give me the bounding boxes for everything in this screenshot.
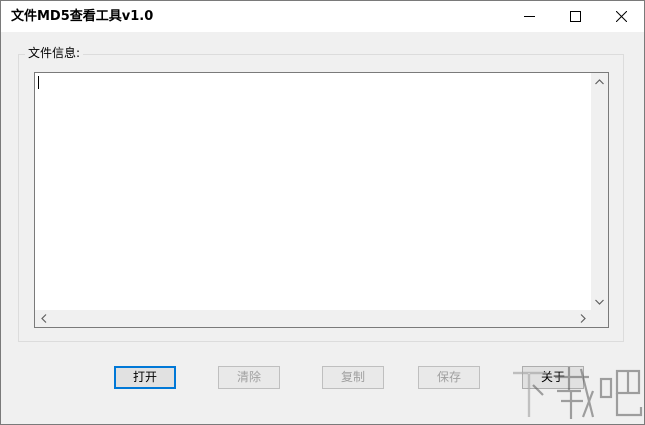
- clear-button[interactable]: 清除: [218, 366, 280, 389]
- save-button[interactable]: 保存: [418, 366, 480, 389]
- scroll-down-button[interactable]: [591, 293, 608, 310]
- chevron-up-icon: [595, 78, 604, 84]
- scroll-left-button[interactable]: [35, 310, 52, 327]
- maximize-icon: [569, 11, 581, 22]
- open-button[interactable]: 打开: [114, 366, 176, 389]
- about-button[interactable]: 关于: [522, 366, 584, 389]
- minimize-icon: [523, 16, 535, 17]
- file-info-textarea[interactable]: [34, 72, 609, 328]
- scroll-up-button[interactable]: [591, 73, 608, 90]
- window-title: 文件MD5查看工具v1.0: [11, 9, 154, 24]
- title-bar[interactable]: 文件MD5查看工具v1.0: [1, 1, 644, 32]
- file-info-label: 文件信息:: [25, 45, 84, 61]
- chevron-right-icon: [580, 314, 586, 323]
- maximize-button[interactable]: [552, 1, 598, 32]
- chevron-down-icon: [595, 299, 604, 305]
- text-caret: [38, 76, 39, 89]
- chevron-left-icon: [40, 314, 46, 323]
- minimize-button[interactable]: [506, 1, 552, 32]
- scroll-right-button[interactable]: [574, 310, 591, 327]
- close-button[interactable]: [598, 1, 644, 32]
- vertical-scrollbar[interactable]: [591, 73, 608, 310]
- close-icon: [615, 11, 627, 22]
- copy-button[interactable]: 复制: [322, 366, 384, 389]
- app-window: 文件MD5查看工具v1.0 文件信息: 打开 清除 复制 保存 关于: [0, 0, 645, 425]
- scrollbar-corner: [591, 310, 608, 327]
- horizontal-scrollbar[interactable]: [35, 310, 591, 327]
